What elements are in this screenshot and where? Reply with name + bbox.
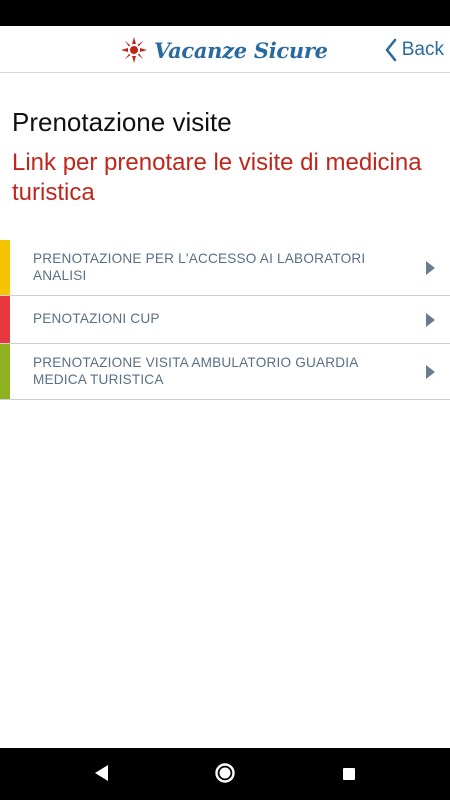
status-bar bbox=[0, 0, 450, 26]
circle-home-icon[interactable] bbox=[214, 762, 236, 784]
caret-right-icon bbox=[426, 364, 435, 379]
link-item-laboratori-analisi[interactable]: PRENOTAZIONE PER L'ACCESSO AI LABORATORI… bbox=[0, 240, 450, 296]
square-recent-icon[interactable] bbox=[342, 767, 356, 781]
link-label: PRENOTAZIONE PER L'ACCESSO AI LABORATORI… bbox=[33, 251, 366, 283]
logo-text: Vacanze Sicure bbox=[154, 37, 328, 63]
link-item-guardia-medica[interactable]: PRENOTAZIONE VISITA AMBULATORIO GUARDIA … bbox=[0, 344, 450, 400]
chevron-left-icon bbox=[385, 38, 397, 62]
caret-right-icon bbox=[426, 260, 435, 275]
sun-logo-icon bbox=[121, 37, 147, 63]
booking-link-list: PRENOTAZIONE PER L'ACCESSO AI LABORATORI… bbox=[0, 240, 450, 400]
app-header: Vacanze Sicure Back bbox=[0, 26, 450, 73]
stripe-green bbox=[0, 344, 10, 399]
back-button[interactable]: Back bbox=[384, 36, 444, 64]
back-label: Back bbox=[401, 39, 444, 60]
link-label: PENOTAZIONI CUP bbox=[33, 311, 160, 327]
link-label: PRENOTAZIONE VISITA AMBULATORIO GUARDIA … bbox=[33, 355, 358, 387]
link-item-cup[interactable]: PENOTAZIONI CUP bbox=[0, 296, 450, 344]
page-subtitle: Link per prenotare le visite di medicina… bbox=[12, 149, 422, 206]
stripe-red bbox=[0, 296, 10, 343]
page-title: Prenotazione visite bbox=[12, 107, 232, 137]
stripe-yellow bbox=[0, 240, 10, 295]
triangle-back-icon[interactable] bbox=[92, 763, 110, 783]
system-nav-bar bbox=[0, 748, 450, 800]
app-logo: Vacanze Sicure bbox=[120, 36, 328, 64]
caret-right-icon bbox=[426, 312, 435, 327]
